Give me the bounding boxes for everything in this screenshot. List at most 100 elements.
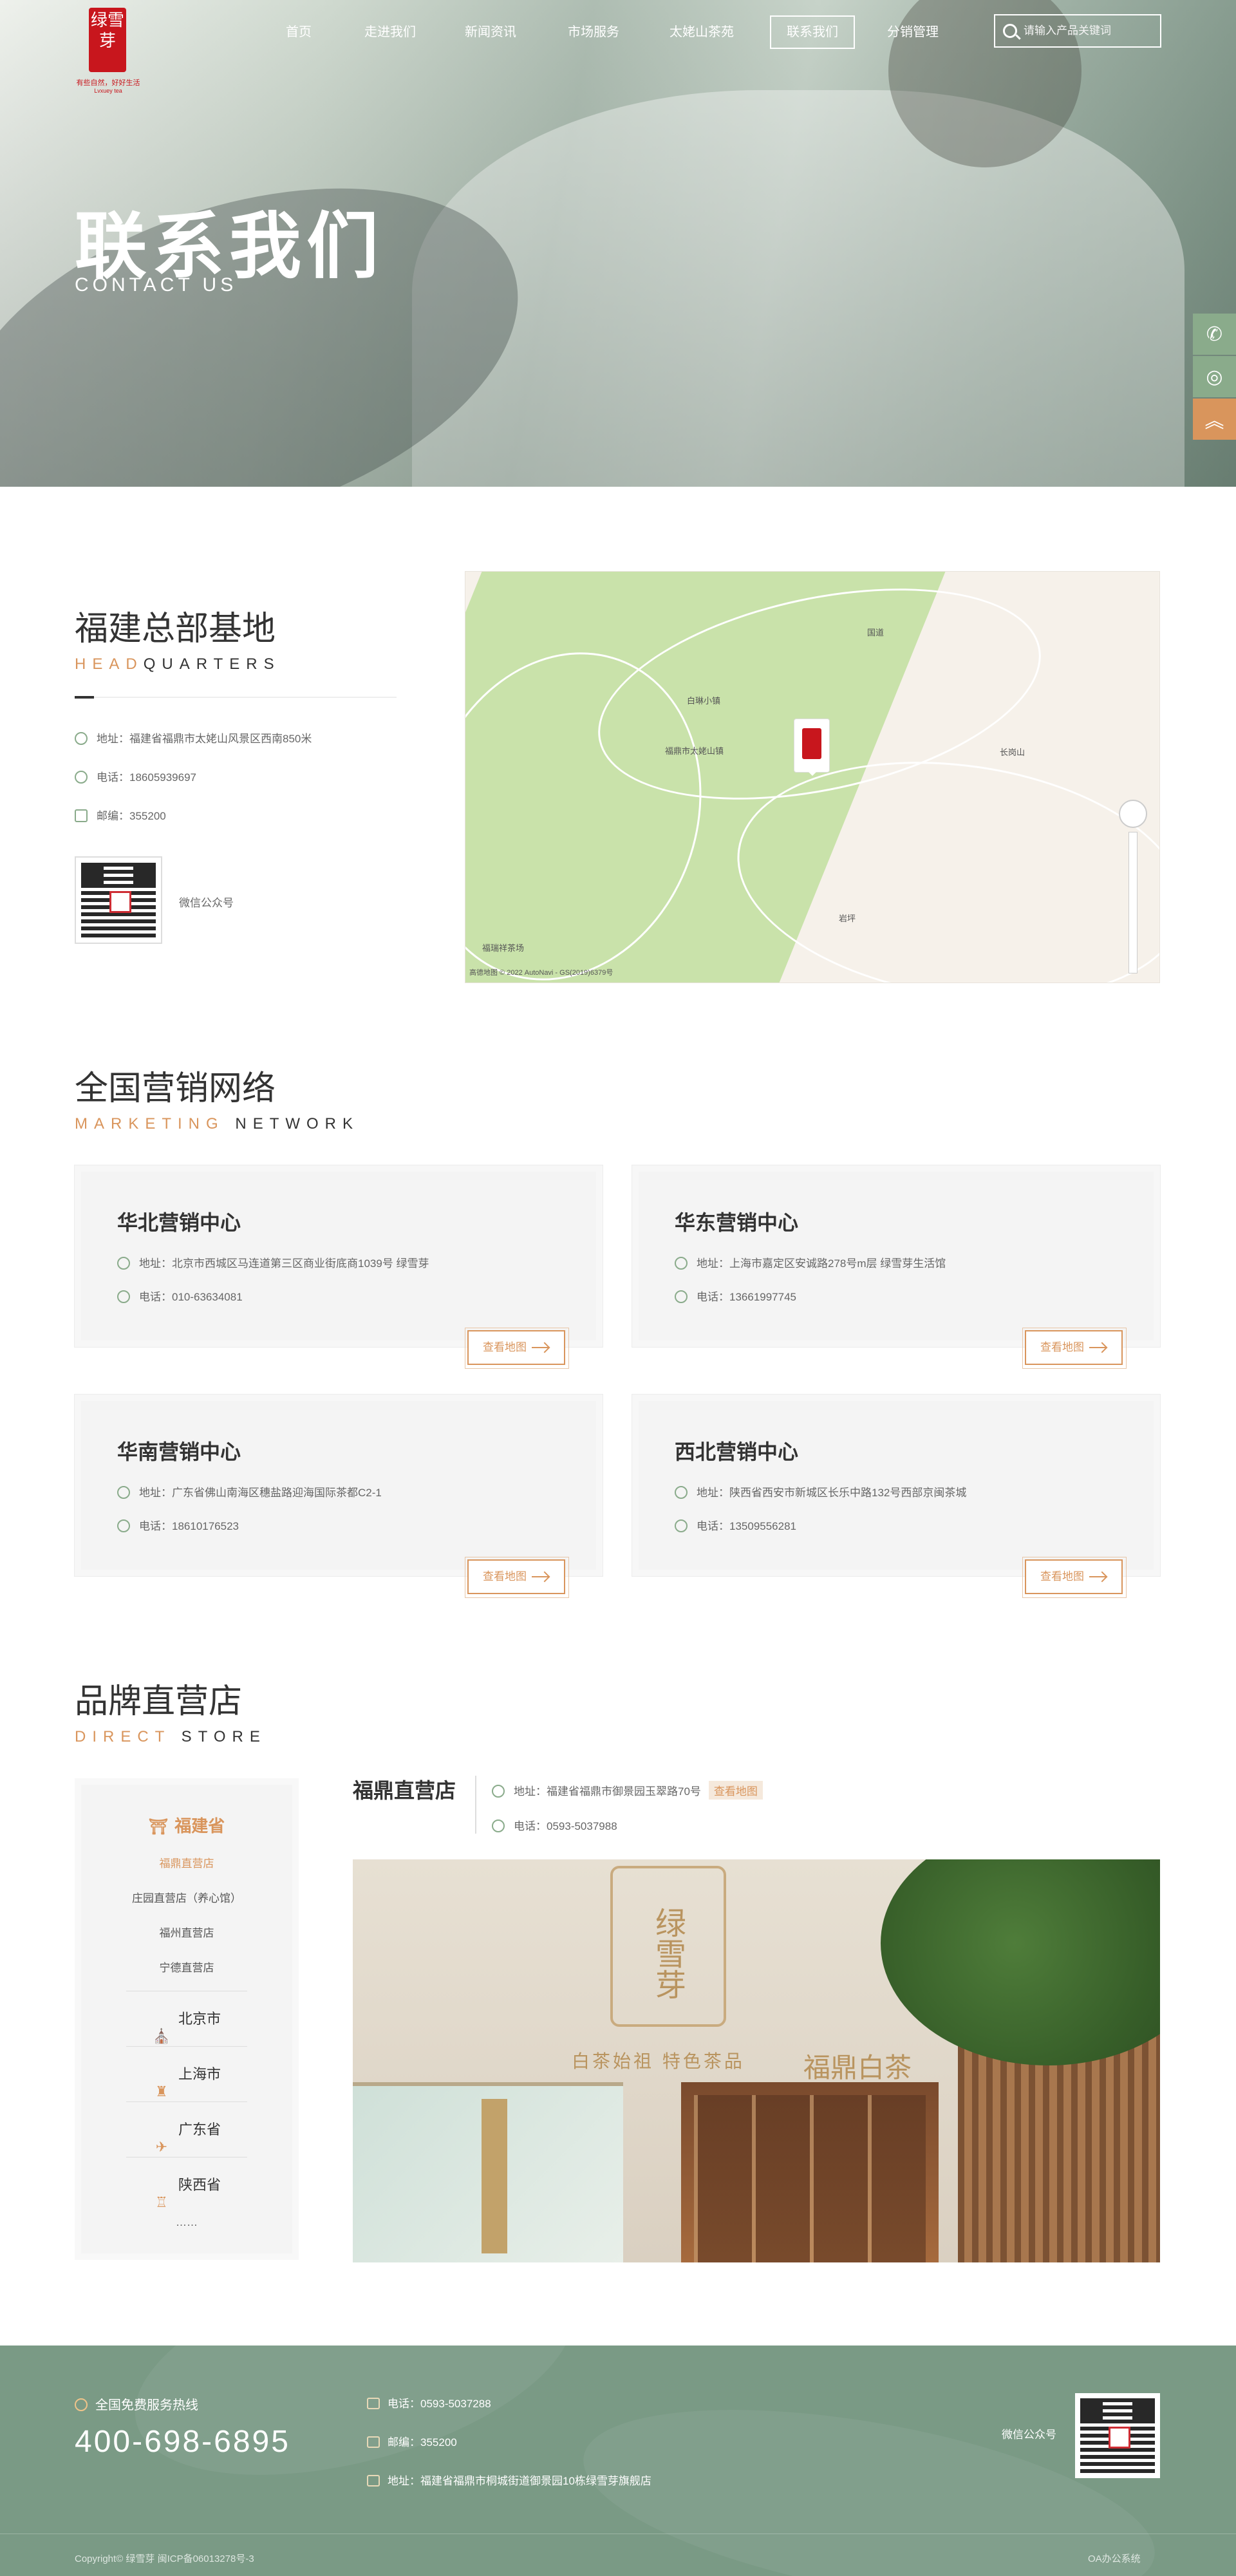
copyright-text: Copyright© 绿雪芽 闽ICP备06013278号-3 bbox=[75, 2553, 254, 2564]
hero-banner: 绿雪芽 有些自然，好好生活 Lvxuey tea 首页 走进我们 新闻资讯 市场… bbox=[0, 0, 1236, 487]
footer-postcode: 邮编：355200 bbox=[367, 2433, 457, 2449]
view-map-button[interactable]: 查看地图 bbox=[465, 1557, 569, 1598]
oa-system-link[interactable]: OA办公系统 bbox=[1088, 2552, 1141, 2565]
store-phone: 电话：0593-5037988 bbox=[492, 1817, 617, 1834]
headset-icon[interactable]: ◎ bbox=[1193, 356, 1236, 397]
nav-item-about[interactable]: 走进我们 bbox=[364, 15, 416, 49]
phone-icon[interactable]: ✆ bbox=[1193, 314, 1236, 355]
center-name: 西北营销中心 bbox=[675, 1440, 799, 1463]
network-card: 华东营销中心 地址：上海市嘉定区安诚路278号m层 绿雪芽生活馆 电话：1366… bbox=[632, 1165, 1161, 1369]
store-divider bbox=[475, 1776, 476, 1834]
center-name: 华东营销中心 bbox=[675, 1211, 799, 1234]
page: 绿雪芽 有些自然，好好生活 Lvxuey tea 首页 走进我们 新闻资讯 市场… bbox=[0, 0, 1236, 2576]
nav-item-teagarden[interactable]: 太姥山茶苑 bbox=[670, 15, 734, 49]
map-label: 岩坪 bbox=[839, 914, 856, 923]
nav-item-news[interactable]: 新闻资讯 bbox=[465, 15, 516, 49]
view-map-button[interactable]: 查看地图 bbox=[1022, 1328, 1127, 1369]
hq-postcode: 邮编：355200 bbox=[75, 809, 166, 824]
phone-icon bbox=[75, 770, 88, 784]
hq-title: 福建总部基地 bbox=[75, 610, 276, 648]
hotline-number: 400-698-6895 bbox=[75, 2425, 290, 2459]
map-zoom-slider[interactable] bbox=[1128, 832, 1138, 973]
search-box bbox=[994, 14, 1161, 48]
search-input[interactable] bbox=[1024, 21, 1152, 41]
center-address: 地址：北京市西城区马连道第三区商业街底商1039号 绿雪芽 bbox=[117, 1254, 429, 1271]
location-map[interactable]: 白琳小镇 福鼎市太姥山镇 长岗山 岩坪 福瑞祥茶场 国道 高德地图 © 2022… bbox=[465, 571, 1160, 983]
center-name: 华南营销中心 bbox=[117, 1440, 241, 1463]
nav-item-contact[interactable]: 联系我们 bbox=[770, 15, 855, 49]
phone-icon bbox=[367, 2397, 380, 2409]
phone-icon bbox=[492, 1819, 505, 1832]
search-icon[interactable] bbox=[1003, 24, 1017, 38]
map-label: 长岗山 bbox=[1000, 747, 1025, 757]
store-map-link[interactable]: 查看地图 bbox=[708, 1781, 763, 1800]
center-phone: 电话：18610176523 bbox=[117, 1517, 239, 1534]
store-title: 品牌直营店 bbox=[75, 1683, 243, 1720]
location-icon bbox=[75, 731, 88, 745]
nav-item-distribution[interactable]: 分销管理 bbox=[887, 15, 939, 49]
city-beijing[interactable]: ⛪北京市 bbox=[126, 1991, 247, 2046]
map-label: 福鼎市太姥山镇 bbox=[665, 746, 724, 756]
arrow-right-icon bbox=[532, 1347, 548, 1348]
map-pan-control[interactable] bbox=[1119, 800, 1147, 828]
map-label: 白琳小镇 bbox=[687, 696, 721, 706]
photo-slogan: 白茶始祖 特色茶品 bbox=[572, 2051, 745, 2072]
location-icon bbox=[675, 1485, 688, 1499]
photo-door bbox=[681, 2082, 939, 2262]
store-photo: 绿雪芽 白茶始祖 特色茶品 福鼎白茶 bbox=[353, 1859, 1160, 2262]
arrow-right-icon bbox=[532, 1576, 548, 1577]
nav-item-market[interactable]: 市场服务 bbox=[568, 15, 619, 49]
hq-divider bbox=[75, 696, 397, 699]
store-region-menu: ⛩ 福建省 福鼎直营店 庄园直营店（养心馆） 福州直营店 宁德直营店 ⛪北京市 ♜… bbox=[75, 1778, 299, 2260]
network-card: 西北营销中心 地址：陕西省西安市新城区长乐中路132号西部京闽茶城 电话：135… bbox=[632, 1394, 1161, 1598]
map-location-marker[interactable] bbox=[794, 719, 830, 776]
phone-icon bbox=[675, 1290, 688, 1303]
footer-qr-label: 微信公众号 bbox=[1002, 2429, 1056, 2441]
store-item[interactable]: 宁德直营店 bbox=[81, 1959, 292, 1975]
nav-item-home[interactable]: 首页 bbox=[286, 15, 312, 49]
map-label: 国道 bbox=[867, 628, 885, 637]
view-map-button[interactable]: 查看地图 bbox=[1022, 1557, 1127, 1598]
location-icon bbox=[675, 1256, 688, 1270]
center-phone: 电话：13509556281 bbox=[675, 1517, 796, 1534]
photo-sign: 绿雪芽 bbox=[610, 1866, 726, 2027]
banner-subtitle: CONTACT US bbox=[75, 274, 238, 296]
province-fujian[interactable]: ⛩ 福建省 bbox=[81, 1813, 292, 1837]
center-phone: 电话：010-63634081 bbox=[117, 1288, 243, 1304]
hq-subtitle: HEADQUARTERS bbox=[75, 655, 281, 673]
city-shanghai[interactable]: ♜上海市 bbox=[126, 2046, 247, 2101]
store-item[interactable]: 福鼎直营店 bbox=[81, 1854, 292, 1870]
view-map-button[interactable]: 查看地图 bbox=[465, 1328, 569, 1369]
center-address: 地址：陕西省西安市新城区长乐中路132号西部京闽茶城 bbox=[675, 1483, 966, 1500]
city-shaanxi[interactable]: ♖陕西省 bbox=[126, 2157, 247, 2212]
footer-address: 地址：福建省福鼎市桐城街道御景园10栋绿雪芽旗舰店 bbox=[367, 2472, 651, 2488]
pagoda-icon: ♖ bbox=[155, 2194, 168, 2211]
location-icon bbox=[367, 2474, 380, 2487]
store-item[interactable]: 庄园直营店（养心馆） bbox=[81, 1889, 292, 1905]
phone-icon bbox=[117, 1290, 130, 1303]
logo-tagline: 有些自然，好好生活 bbox=[76, 79, 140, 87]
network-title: 全国营销网络 bbox=[75, 1070, 276, 1107]
footer-qr-code bbox=[1075, 2393, 1160, 2478]
tower-icon: ♜ bbox=[155, 2083, 168, 2100]
center-address: 地址：上海市嘉定区安诚路278号m层 绿雪芽生活馆 bbox=[675, 1254, 946, 1271]
phone-icon bbox=[117, 1519, 130, 1532]
side-float-bar: ✆ ◎ ︽ bbox=[1193, 314, 1236, 440]
city-guangdong[interactable]: ✈广东省 bbox=[126, 2101, 247, 2157]
landmark-icon: ✈ bbox=[155, 2139, 168, 2156]
location-icon bbox=[492, 1784, 505, 1798]
phone-icon bbox=[675, 1519, 688, 1532]
hq-address: 地址：福建省福鼎市太姥山风景区西南850米 bbox=[75, 731, 312, 747]
center-phone: 电话：13661997745 bbox=[675, 1288, 796, 1304]
wechat-qr-code bbox=[75, 856, 162, 944]
location-icon bbox=[117, 1485, 130, 1499]
store-subtitle: DIRECT STORE bbox=[75, 1728, 267, 1745]
hotline-label: 全国免费服务热线 bbox=[75, 2394, 198, 2413]
site-logo[interactable]: 绿雪芽 有些自然，好好生活 Lvxuey tea bbox=[76, 8, 140, 97]
photo-window bbox=[353, 2082, 623, 2262]
back-to-top-icon[interactable]: ︽ bbox=[1193, 399, 1236, 440]
mail-icon bbox=[75, 809, 88, 822]
store-item[interactable]: 福州直营店 bbox=[81, 1924, 292, 1940]
store-address: 地址：福建省福鼎市御景园玉翠路70号 查看地图 bbox=[492, 1781, 763, 1800]
store-name: 福鼎直营店 bbox=[353, 1779, 456, 1802]
